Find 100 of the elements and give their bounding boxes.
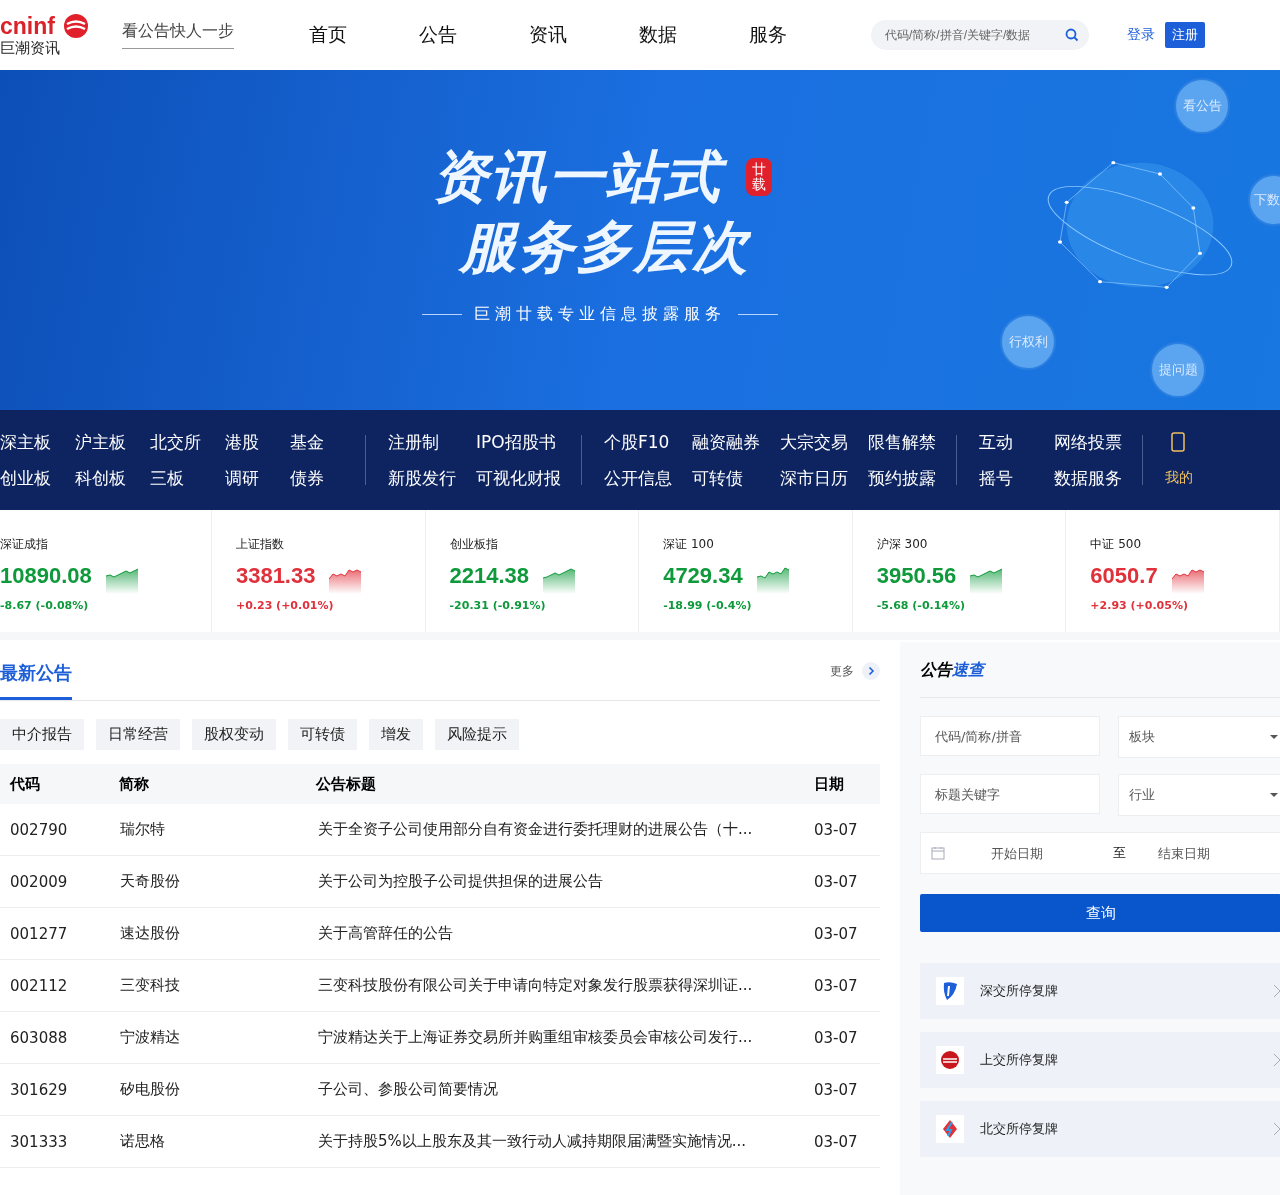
index-change: -20.31 (-0.91%) [449,599,547,612]
quick-nav-link[interactable]: 网络投票 [1054,431,1122,453]
quick-nav-link[interactable]: 可视化财报 [476,467,561,489]
banner-badge: 廿载 [746,157,772,197]
quick-nav-link[interactable]: IPO招股书 [476,431,561,453]
search-icon[interactable] [1065,28,1079,42]
nav-link[interactable]: 首页 [309,22,419,48]
category-chip[interactable]: 日常经营 [96,719,180,750]
index-change: +2.93 (+0.05%) [1090,599,1189,612]
keyword-field[interactable]: 标题关键字 [920,774,1100,814]
table-cell-text: 002112 [9,976,69,995]
exchange-link[interactable]: 深交所停复牌 [920,963,1280,1019]
announcement-link[interactable]: 子公司、参股公司简要情况 [318,1080,814,1099]
logo-name: 巨潮资讯 [0,39,61,57]
index-change: -8.67 (-0.08%) [0,599,90,612]
nav-link[interactable]: 公告 [419,22,529,48]
quick-nav-link[interactable]: 港股 [225,431,270,453]
industry-select[interactable]: 行业 [1118,774,1280,816]
index-value: 4729.34 [663,563,743,589]
category-chip[interactable]: 可转债 [288,719,357,750]
panel-title-accent: 速查 [952,660,984,679]
banner-tagline: 巨潮廿载专业信息披露服务 [474,304,726,325]
quick-nav-link[interactable]: 创业板 [0,467,55,489]
exchange-link[interactable]: 上交所停复牌 [920,1032,1280,1088]
quick-nav-link[interactable]: 新股发行 [388,467,456,489]
quick-nav-link[interactable]: 深主板 [0,431,55,453]
table-cell-text: 宁波精达 [120,1028,181,1047]
quick-nav-link[interactable]: 可转债 [692,467,760,489]
index-name: 上证指数 [235,536,285,553]
quick-nav-link[interactable]: 互动 [979,431,1034,453]
table-cell-text: 速达股份 [120,924,181,943]
shield-logo-icon [941,981,959,1001]
column-header: 简称 [119,774,151,794]
register-button[interactable]: 注册 [1165,22,1205,48]
index-value: 2214.38 [449,563,530,589]
quick-nav-link[interactable]: 注册制 [388,431,456,453]
quick-nav-link[interactable]: 摇号 [979,467,1034,489]
category-chip[interactable]: 中介报告 [0,719,84,750]
nav-link[interactable]: 数据 [639,22,749,48]
quick-nav-link[interactable]: 融资融券 [692,431,760,453]
end-date-field[interactable]: 结束日期 [1156,844,1280,862]
banner-headline: 资讯一站式 [428,142,736,212]
quick-nav-link[interactable]: 调研 [225,467,270,489]
quick-nav-link[interactable]: 公开信息 [604,467,672,489]
quick-nav-link[interactable]: 预约披露 [868,467,936,489]
category-chip[interactable]: 风险提示 [435,719,519,750]
table-cell-text: 03-07 [814,1028,859,1047]
index-value: 3950.56 [876,563,957,589]
banner-headline: 服务多层次 [457,213,752,281]
search-field[interactable]: 代码/简称/拼音/关键字/数据 [871,20,1089,50]
quick-nav-link[interactable]: 科创板 [75,467,130,489]
index-name: 创业板指 [449,536,499,553]
nav-link[interactable]: 资讯 [529,22,639,48]
table-cell-text: 03-07 [814,924,859,943]
logo-swirl-icon [63,13,90,39]
chevron-right-icon[interactable] [862,662,880,680]
index-change: -18.99 (-0.4%) [663,599,753,612]
start-date-field[interactable]: 开始日期 [989,844,1113,862]
calendar-icon [931,846,945,860]
user-card-icon[interactable] [1171,432,1185,452]
quick-nav-link[interactable]: 我的 [1165,466,1220,488]
table-cell-text: 301629 [9,1080,69,1099]
quick-nav-link[interactable]: 大宗交易 [780,431,848,453]
table-cell-text: 03-07 [814,872,859,891]
logo-wordmark[interactable]: cninf [0,15,66,37]
table-cell-text: 矽电股份 [120,1080,181,1099]
table-cell-text: 天奇股份 [120,872,181,891]
index-change: +0.23 (+0.01%) [235,599,335,612]
range-separator: 至 [1113,844,1126,862]
quick-nav-link[interactable]: 北交所 [150,431,205,453]
index-value: 6050.7 [1090,563,1158,589]
more-link[interactable]: 更多 [830,662,854,680]
announcement-link[interactable]: 关于持股5%以上股东及其一致行动人减持期限届满暨实施情况... [318,1132,814,1151]
table-cell-text: 03-07 [814,976,859,995]
quick-nav-link[interactable]: 深市日历 [780,467,848,489]
quick-nav-link[interactable]: 限售解禁 [868,431,936,453]
announcement-link[interactable]: 关于公司为控股子公司提供担保的进展公告 [318,872,814,891]
quick-nav-link[interactable]: 个股F10 [604,431,672,453]
announcement-link[interactable]: 三变科技股份有限公司关于申请向特定对象发行股票获得深圳证... [318,976,814,995]
code-field[interactable]: 代码/简称/拼音 [920,716,1100,756]
index-value: 3381.33 [235,563,316,589]
nav-link[interactable]: 服务 [749,22,859,48]
quick-nav-link[interactable]: 基金 [290,431,345,453]
category-chip[interactable]: 股权变动 [192,719,276,750]
quick-nav-link[interactable]: 债券 [290,467,345,489]
query-button[interactable]: 查询 [920,894,1280,932]
category-chip[interactable]: 增发 [369,719,423,750]
announcement-link[interactable]: 关于全资子公司使用部分自有资金进行委托理财的进展公告（十... [318,820,814,839]
index-name: 深证 100 [663,536,715,553]
announcement-link[interactable]: 关于高管辞任的公告 [318,924,814,943]
quick-nav-link[interactable]: 数据服务 [1054,467,1122,489]
section-title[interactable]: 最新公告 [0,644,72,700]
exchange-link[interactable]: 北交所停复牌 [920,1101,1280,1157]
announcement-link[interactable]: 宁波精达关于上海证券交易所并购重组审核委员会审核公司发行... [318,1028,814,1047]
board-select[interactable]: 板块 [1118,716,1280,758]
quick-nav-link[interactable]: 三板 [150,467,205,489]
quick-nav-link[interactable]: 沪主板 [75,431,130,453]
login-link[interactable]: 登录 [1127,26,1155,44]
table-cell-text: 诺思格 [120,1132,166,1151]
index-name: 中证 500 [1090,536,1143,553]
